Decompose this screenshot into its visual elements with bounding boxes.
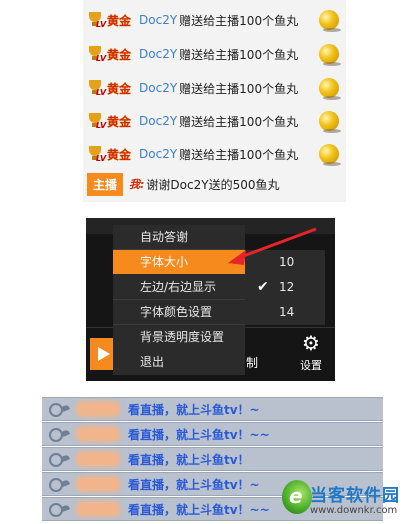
chat-message: LV 黄金 Doc2Y 赠送给主播100个鱼丸 <box>87 3 345 37</box>
fishball-icon <box>319 10 339 30</box>
chat-message: 看直播，就上斗鱼tv！~~ <box>42 422 383 446</box>
font-size-value: 14 <box>279 305 295 319</box>
font-size-option-selected[interactable]: ✔ 12 <box>245 275 325 300</box>
host-message: 主播 我: 谢谢Doc2Y送的500鱼丸 <box>87 172 280 196</box>
blurred-username <box>76 401 120 417</box>
chat-message: LV 黄金 Doc2Y 赠送给主播100个鱼丸 <box>87 104 345 138</box>
fish-avatar-icon <box>49 478 70 492</box>
username[interactable]: Doc2Y <box>139 13 177 27</box>
username[interactable]: Doc2Y <box>139 81 177 95</box>
message-text: 看直播，就上斗鱼tv！~ <box>128 478 260 492</box>
message-text: 看直播，就上斗鱼tv！~ <box>128 403 260 417</box>
menu-item-bg-opacity[interactable]: 背景透明度设置 <box>113 325 245 349</box>
fishball-shadow <box>323 96 341 100</box>
rank-label: 黄金 <box>107 47 132 62</box>
fishball-shadow <box>323 28 341 32</box>
message-text: 赠送给主播100个鱼丸 <box>179 47 299 62</box>
blurred-username <box>76 451 120 467</box>
settings-menu: 自动答谢 字体大小 左边/右边显示 字体颜色设置 背景透明度设置 退出 <box>113 225 245 375</box>
trophy-icon: LV <box>87 10 106 30</box>
fishball-icon <box>319 111 339 131</box>
blurred-username <box>76 476 120 492</box>
settings-button[interactable]: ⚙ 设置 <box>291 328 331 378</box>
rank-label: 黄金 <box>107 81 132 96</box>
trophy-icon: LV <box>87 111 106 131</box>
username[interactable]: Doc2Y <box>139 147 177 161</box>
self-tag: 我: <box>129 178 145 191</box>
message-text: 看直播，就上斗鱼tv！~~ <box>128 428 270 442</box>
fish-avatar-icon <box>49 503 70 517</box>
fish-avatar-icon <box>49 428 70 442</box>
message-text: 赠送给主播100个鱼丸 <box>179 114 299 129</box>
menu-item-left-right[interactable]: 左边/右边显示 <box>113 275 245 299</box>
rank-label: 黄金 <box>107 114 132 129</box>
message-text: 赠送给主播100个鱼丸 <box>179 81 299 96</box>
trophy-icon: LV <box>87 144 106 164</box>
settings-label: 设置 <box>300 359 322 372</box>
fishball-shadow <box>323 62 341 66</box>
chat-message: LV 黄金 Doc2Y 赠送给主播100个鱼丸 <box>87 37 345 71</box>
watermark: e 当客软件园 www.downkr.com <box>278 474 420 524</box>
chat-message: 看直播，就上斗鱼tv！~ <box>42 397 383 421</box>
chat-message: LV 黄金 Doc2Y 赠送给主播100个鱼丸 <box>87 137 345 171</box>
fishball-shadow <box>323 129 341 133</box>
watermark-url: www.downkr.com <box>310 505 398 516</box>
partial-label: 制 <box>246 356 259 370</box>
site-logo-icon: e <box>282 480 312 514</box>
blurred-username <box>76 426 120 442</box>
font-size-submenu: 10 ✔ 12 14 <box>245 250 325 325</box>
message-text: 看直播，就上斗鱼tv！~~ <box>128 503 270 517</box>
check-icon: ✔ <box>257 279 269 295</box>
message-text: 赠送给主播100个鱼丸 <box>179 147 299 162</box>
chat-message: LV 黄金 Doc2Y 赠送给主播100个鱼丸 <box>87 71 345 105</box>
top-chat-panel: LV 黄金 Doc2Y 赠送给主播100个鱼丸 LV 黄金 Doc2Y 赠送给主… <box>83 0 346 202</box>
username[interactable]: Doc2Y <box>139 47 177 61</box>
trophy-icon: LV <box>87 44 106 64</box>
font-size-option[interactable]: 10 <box>245 250 325 275</box>
font-size-value: 10 <box>279 255 295 269</box>
font-size-value: 12 <box>279 280 295 294</box>
fishball-shadow <box>323 162 341 166</box>
play-icon <box>98 347 110 361</box>
menu-item-auto-thanks[interactable]: 自动答谢 <box>113 225 245 249</box>
rank-label: 黄金 <box>107 13 132 28</box>
chat-message: 看直播，就上斗鱼tv！ <box>42 447 383 471</box>
message-text: 看直播，就上斗鱼tv！ <box>128 453 250 467</box>
menu-item-exit[interactable]: 退出 <box>113 350 245 374</box>
font-size-option[interactable]: 14 <box>245 300 325 325</box>
menu-item-font-size[interactable]: 字体大小 <box>113 250 245 274</box>
fish-avatar-icon <box>49 453 70 467</box>
trophy-icon: LV <box>87 78 106 98</box>
watermark-name: 当客软件园 <box>310 486 400 506</box>
menu-item-font-color[interactable]: 字体颜色设置 <box>113 300 245 324</box>
blurred-username <box>76 501 120 517</box>
fish-avatar-icon <box>49 403 70 417</box>
fishball-icon <box>319 144 339 164</box>
host-message-text: 谢谢Doc2Y送的500鱼丸 <box>146 177 280 192</box>
fishball-icon <box>319 78 339 98</box>
fishball-icon <box>319 44 339 64</box>
rank-label: 黄金 <box>107 147 132 162</box>
username[interactable]: Doc2Y <box>139 114 177 128</box>
gear-icon: ⚙ <box>302 331 320 355</box>
message-text: 赠送给主播100个鱼丸 <box>179 13 299 28</box>
host-badge: 主播 <box>87 172 124 196</box>
